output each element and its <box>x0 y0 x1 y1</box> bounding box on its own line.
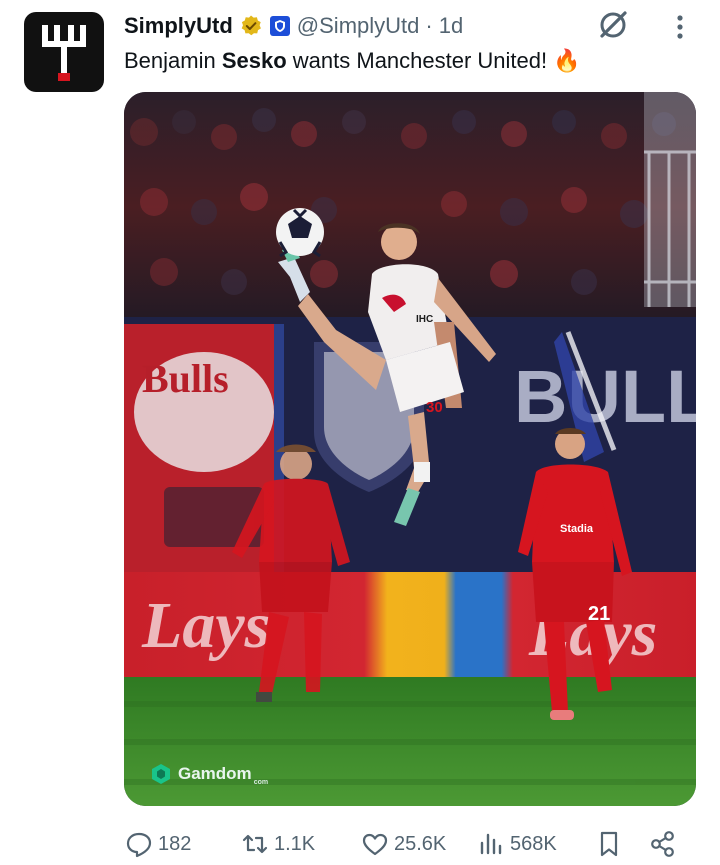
svg-text:Stadia: Stadia <box>560 523 594 535</box>
handle[interactable]: @SimplyUtd <box>297 13 420 39</box>
reply-count: 182 <box>158 832 192 855</box>
timestamp[interactable]: 1d <box>439 13 463 39</box>
tweet-header: SimplyUtd @SimplyUtd · 1d <box>124 10 463 42</box>
tweet-text-bold: Sesko <box>221 48 287 73</box>
trident-logo-icon <box>42 25 86 81</box>
heart-icon <box>362 833 388 856</box>
share-button[interactable] <box>648 826 678 862</box>
shirt-number-main: 30 <box>426 399 443 416</box>
repost-count: 1.1K <box>274 832 316 855</box>
watermark-text: Gamdom <box>178 764 252 783</box>
watermark-sub: com <box>253 779 269 786</box>
views-button[interactable]: 568K <box>476 826 557 862</box>
more-options-icon[interactable] <box>668 12 692 42</box>
avatar[interactable] <box>24 12 104 92</box>
gold-verified-badge-icon[interactable] <box>239 14 263 38</box>
tweet-text-before: Benjamin <box>124 48 222 73</box>
like-count: 25.6K <box>394 832 447 855</box>
banner-left-text: Bulls <box>142 356 229 401</box>
bookmark-button[interactable] <box>594 826 624 862</box>
separator-dot: · <box>425 13 433 38</box>
bookmark-icon <box>600 831 618 857</box>
sponsor-text: IHC <box>416 314 433 325</box>
repost-icon <box>242 834 268 854</box>
reply-icon <box>126 832 152 858</box>
views-count: 568K <box>510 832 557 855</box>
gamdom-logo-icon <box>152 764 170 784</box>
watermark: Gamdom com <box>150 762 268 786</box>
display-name[interactable]: SimplyUtd <box>124 13 233 39</box>
share-icon <box>651 831 674 857</box>
tweet-text: Benjamin Sesko wants Manchester United! … <box>124 48 581 74</box>
reply-button[interactable]: 182 <box>124 826 191 862</box>
action-bar: 182 1.1K 25.6K 568K <box>124 826 696 862</box>
ad-board-left-text: Lays <box>141 589 270 662</box>
tweet-media-image[interactable]: Bulls BULL Lays Lays <box>124 92 696 806</box>
like-button[interactable]: 25.6K <box>360 826 446 862</box>
repost-button[interactable]: 1.1K <box>240 826 315 862</box>
blue-shield-badge-icon[interactable] <box>269 15 291 37</box>
fire-emoji-icon: 🔥 <box>553 48 581 73</box>
bar-chart-icon <box>480 833 502 855</box>
tweet-text-after: wants Manchester United! <box>286 48 548 73</box>
grok-icon[interactable] <box>596 8 630 42</box>
football-photo: Bulls BULL Lays Lays <box>124 92 696 806</box>
